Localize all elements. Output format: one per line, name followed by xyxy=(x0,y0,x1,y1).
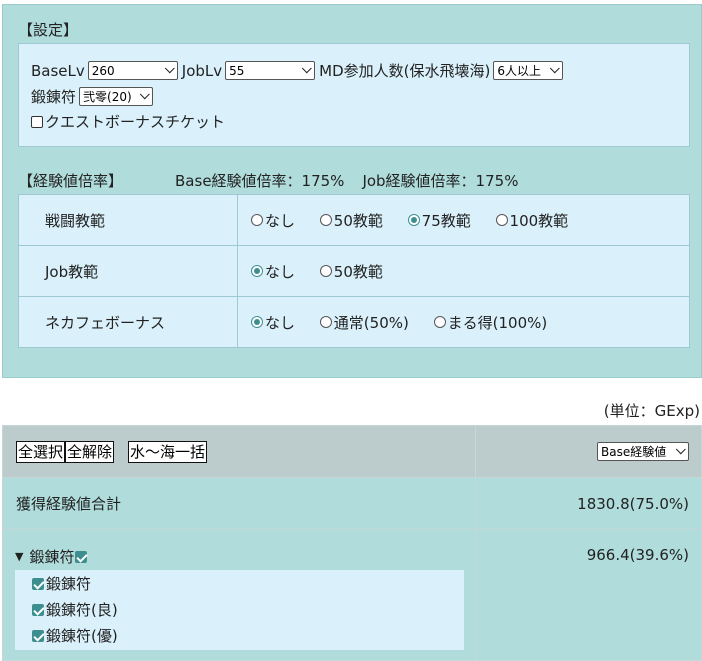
results-table: 全選択 全解除 水〜海一括 Base経験値 獲得経験値合計 1830.8(75.0%… xyxy=(2,425,702,661)
job-lv-value: 55 xyxy=(229,63,245,78)
group-title: 鍛錬符 xyxy=(29,548,75,566)
unit-label: (単位：GExp) xyxy=(603,402,700,420)
base-lv-select[interactable]: 260 xyxy=(87,61,178,80)
settings-title: 【設定】 xyxy=(18,21,79,39)
list-item: 鍛錬符(良) xyxy=(32,599,118,620)
radio-selected-icon xyxy=(251,265,263,277)
option-label: 75教範 xyxy=(421,211,471,230)
chevron-down-icon xyxy=(550,63,561,74)
netcafe-bonus-options: なし 通常(50%) まる得(100%) xyxy=(237,296,690,348)
base-lv-label: BaseLv xyxy=(31,61,85,80)
exp-rate-header: 【経験値倍率】 Base経験値倍率：175% Job経験値倍率：175% xyxy=(18,170,518,191)
md-participants-select[interactable]: 6人以上 xyxy=(493,61,564,80)
base-lv-value: 260 xyxy=(91,63,115,78)
view-select-cell: Base経験値 xyxy=(475,425,702,478)
view-select-value: Base経験値 xyxy=(601,445,667,459)
job-manual-options: なし 50教範 xyxy=(237,245,690,297)
forge-select[interactable]: 弐零(20) xyxy=(79,87,154,106)
item-label: 鍛錬符(良) xyxy=(46,601,118,619)
netcafe-bonus-label: ネカフェボーナス xyxy=(18,296,238,348)
md-participants-label: MD参加人数(保水飛壊海) xyxy=(319,62,491,80)
chevron-down-icon xyxy=(675,444,686,455)
forge-label: 鍛錬符 xyxy=(31,88,77,106)
chevron-down-icon xyxy=(139,89,150,100)
forge-value: 弐零(20) xyxy=(83,90,132,104)
netcafe-option-normal[interactable]: 通常(50%) xyxy=(319,312,409,333)
radio-selected-icon xyxy=(251,316,263,328)
option-label: 通常(50%) xyxy=(333,313,409,332)
item-checkbox[interactable] xyxy=(32,603,44,616)
total-label: 獲得経験値合計 xyxy=(2,477,476,530)
manual-option-none[interactable]: なし xyxy=(251,210,295,231)
option-label: なし xyxy=(265,262,296,281)
select-all-button[interactable]: 全選択 xyxy=(16,440,66,463)
group-header[interactable]: ▼ 鍛錬符 xyxy=(15,546,89,567)
manual-option-75[interactable]: 75教範 xyxy=(407,210,471,231)
option-label: 50教範 xyxy=(333,262,383,281)
view-select[interactable]: Base経験値 xyxy=(597,442,689,461)
list-item: 鍛錬符(優) xyxy=(32,625,118,646)
table-row: Job教範 なし 50教範 xyxy=(18,245,690,297)
group-value: 966.4(39.6%) xyxy=(586,546,689,564)
table-row: 戦闘教範 なし 50教範 75教範 100教範 xyxy=(18,194,690,246)
item-label: 鍛錬符(優) xyxy=(46,627,118,645)
netcafe-option-maruetoku[interactable]: まる得(100%) xyxy=(433,312,548,333)
caret-down-icon[interactable]: ▼ xyxy=(15,550,23,563)
table-row: ▼ 鍛錬符 鍛錬符 鍛錬符(良) 鍛錬符(優) 966.4(39.6%) xyxy=(2,529,702,661)
exp-rate-title: 【経験値倍率】 xyxy=(18,172,124,190)
job-exp-rate: Job経験値倍率：175% xyxy=(362,172,519,190)
radio-icon xyxy=(433,316,446,328)
option-label: なし xyxy=(265,313,296,332)
quest-bonus-checkbox[interactable] xyxy=(31,115,43,128)
option-label: なし xyxy=(265,211,296,230)
total-value: 1830.8(75.0%) xyxy=(475,477,702,530)
table-row: 全選択 全解除 水〜海一括 Base経験値 xyxy=(2,425,702,478)
item-label: 鍛錬符 xyxy=(46,575,92,593)
deselect-all-button[interactable]: 全解除 xyxy=(65,440,115,463)
option-label: 100教範 xyxy=(509,211,569,230)
md-participants-value: 6人以上 xyxy=(497,64,541,78)
list-item: 鍛錬符 xyxy=(32,573,91,594)
item-checkbox[interactable] xyxy=(32,577,44,590)
radio-selected-icon xyxy=(407,214,420,226)
manual-label: 戦闘教範 xyxy=(18,194,238,246)
option-label: 50教範 xyxy=(333,211,383,230)
group-item-list: 鍛錬符 鍛錬符(良) 鍛錬符(優) xyxy=(15,570,464,650)
job-lv-select[interactable]: 55 xyxy=(225,61,316,80)
table-row: 獲得経験値合計 1830.8(75.0%) xyxy=(2,477,702,530)
chevron-down-icon xyxy=(301,63,312,74)
item-checkbox[interactable] xyxy=(32,629,44,642)
manual-option-100[interactable]: 100教範 xyxy=(495,210,569,231)
group-cell: ▼ 鍛錬符 鍛錬符 鍛錬符(良) 鍛錬符(優) xyxy=(2,529,476,661)
settings-panel: 【設定】 BaseLv 260 JobLv 55 MD参加人数(保水飛壊海) 6… xyxy=(2,4,702,378)
job-manual-option-none[interactable]: なし xyxy=(251,261,295,282)
job-manual-label: Job教範 xyxy=(18,245,238,297)
manual-options: なし 50教範 75教範 100教範 xyxy=(237,194,690,246)
radio-icon xyxy=(319,265,332,277)
radio-icon xyxy=(251,214,263,226)
quest-bonus-label: クエストボーナスチケット xyxy=(45,113,226,131)
radio-icon xyxy=(319,316,332,328)
exp-rate-table: 戦闘教範 なし 50教範 75教範 100教範 Job教範 なし 50教範 ネカ… xyxy=(18,194,690,348)
job-manual-option-50[interactable]: 50教範 xyxy=(319,261,383,282)
base-exp-rate: Base経験値倍率：175% xyxy=(175,172,345,190)
manual-option-50[interactable]: 50教範 xyxy=(319,210,383,231)
basic-settings-box: BaseLv 260 JobLv 55 MD参加人数(保水飛壊海) 6人以上 鍛… xyxy=(18,43,690,147)
table-row: ネカフェボーナス なし 通常(50%) まる得(100%) xyxy=(18,296,690,348)
option-label: まる得(100%) xyxy=(447,313,548,332)
results-toolbar: 全選択 全解除 水〜海一括 xyxy=(2,425,476,478)
group-checkbox[interactable] xyxy=(75,550,88,563)
radio-icon xyxy=(495,214,508,226)
group-value-cell: 966.4(39.6%) xyxy=(475,529,702,661)
job-lv-label: JobLv xyxy=(181,61,223,80)
netcafe-option-none[interactable]: なし xyxy=(251,312,295,333)
chevron-down-icon xyxy=(164,63,175,74)
radio-icon xyxy=(319,214,332,226)
batch-select-button[interactable]: 水〜海一括 xyxy=(128,440,208,463)
